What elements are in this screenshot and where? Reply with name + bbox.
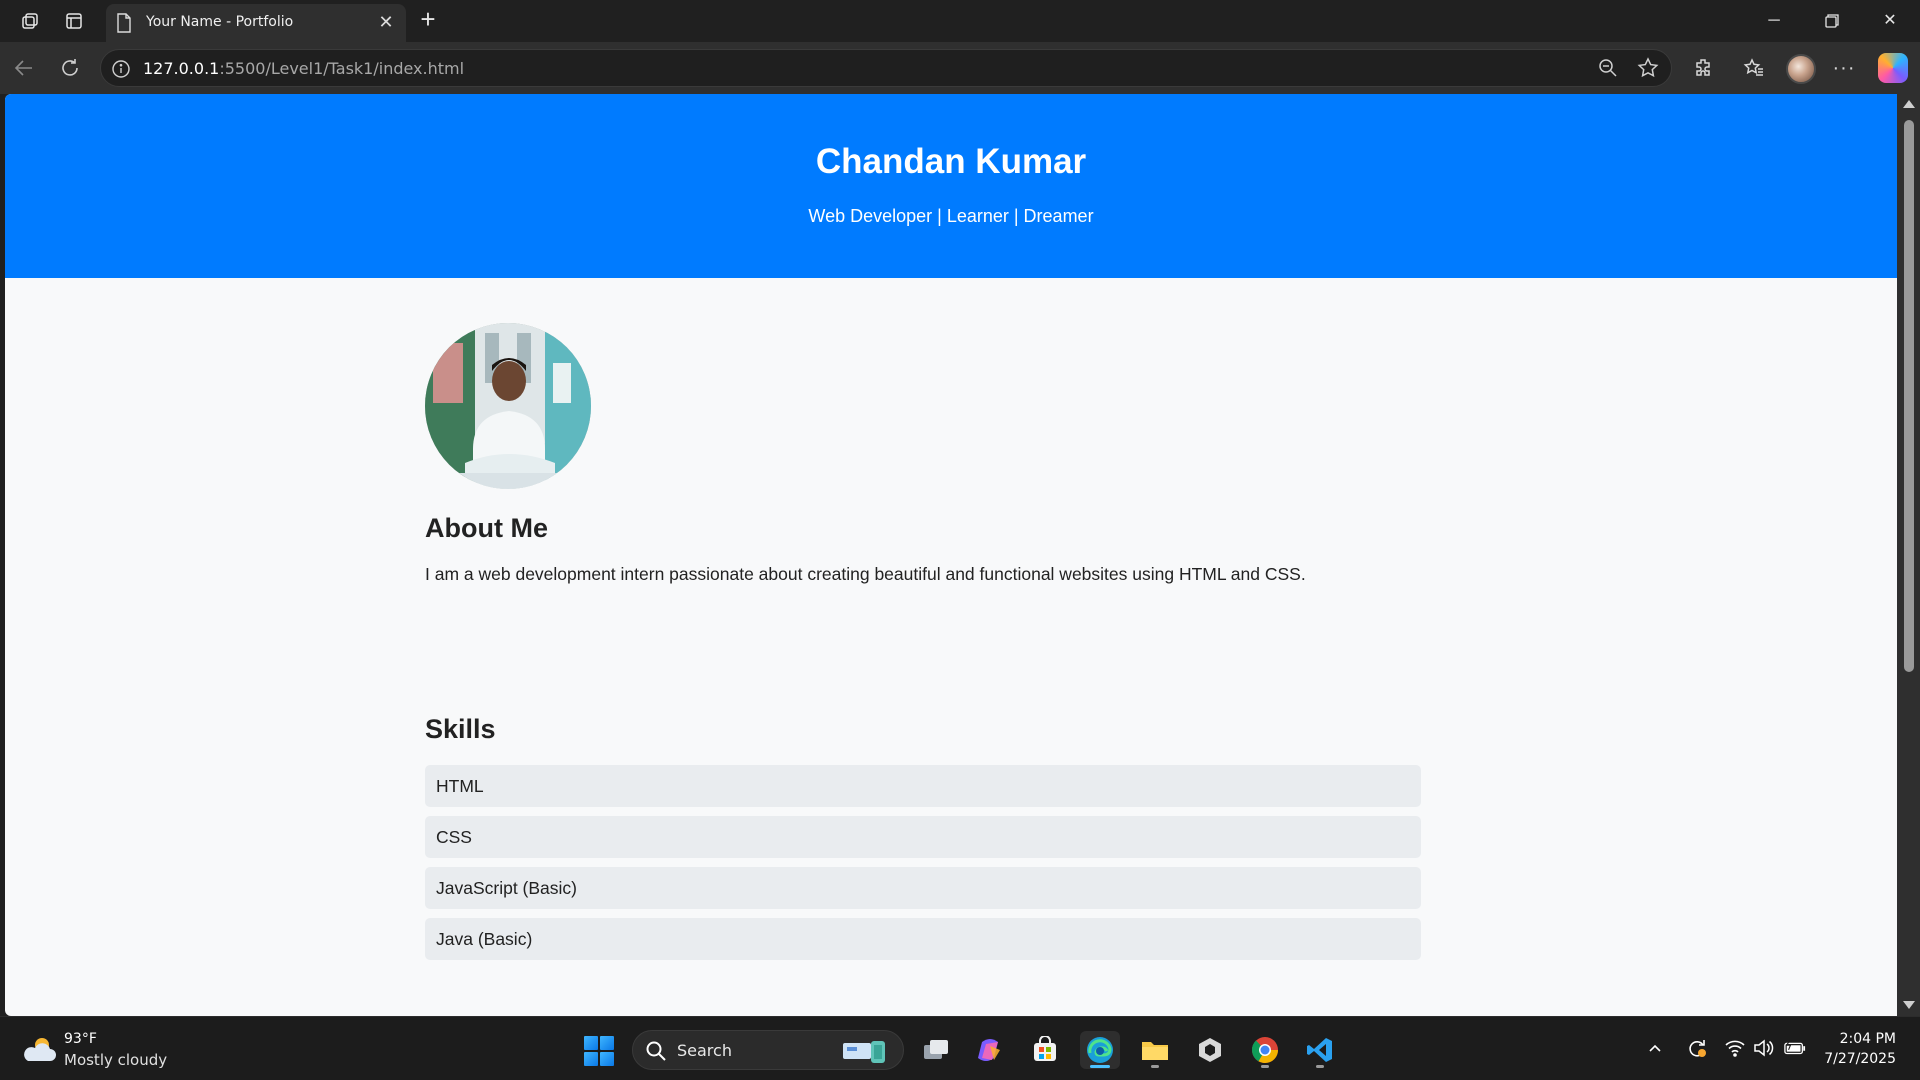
url-text[interactable]: 127.0.0.1:5500/Level1/Task1/index.html <box>143 59 464 78</box>
url-path: :5500/Level1/Task1/index.html <box>219 59 465 78</box>
volume-icon[interactable] <box>1752 1037 1774 1059</box>
taskbar-search[interactable]: Search <box>632 1030 904 1070</box>
page-icon <box>116 13 134 33</box>
running-app-indicator <box>1261 1065 1269 1068</box>
browser-tab[interactable]: Your Name - Portfolio ✕ <box>106 4 406 42</box>
search-icon <box>645 1040 667 1062</box>
edge-browser-icon[interactable] <box>1080 1031 1120 1069</box>
weather-temperature[interactable]: 93°F <box>64 1031 97 1047</box>
wifi-icon[interactable] <box>1724 1037 1746 1059</box>
running-app-indicator <box>1316 1065 1324 1068</box>
hero-tagline: Web Developer | Learner | Dreamer <box>808 206 1094 226</box>
refresh-icon[interactable] <box>54 52 86 84</box>
about-heading: About Me <box>425 513 548 543</box>
browser-toolbar: 127.0.0.1:5500/Level1/Task1/index.html ·… <box>0 42 1920 94</box>
skill-item: HTML <box>425 765 1421 807</box>
close-tab-icon[interactable]: ✕ <box>376 12 396 32</box>
start-button[interactable] <box>584 1036 614 1066</box>
skill-item: CSS <box>425 816 1421 858</box>
page-scrollbar[interactable] <box>1897 94 1920 1016</box>
vertical-tabs-icon[interactable] <box>60 8 88 34</box>
battery-charging-icon[interactable] <box>1784 1037 1806 1059</box>
workspaces-icon[interactable] <box>16 8 44 34</box>
microsoft-store-icon[interactable] <box>1025 1031 1065 1069</box>
restore-icon[interactable] <box>1812 6 1852 36</box>
sync-update-icon[interactable] <box>1686 1037 1708 1059</box>
new-tab-icon[interactable]: + <box>414 6 442 34</box>
vscode-icon[interactable] <box>1300 1031 1340 1069</box>
site-info-icon[interactable] <box>111 59 131 79</box>
extensions-icon[interactable] <box>1690 54 1718 82</box>
address-bar[interactable]: 127.0.0.1:5500/Level1/Task1/index.html <box>100 49 1672 87</box>
back-icon[interactable] <box>8 52 40 84</box>
hero-name: Chandan Kumar <box>815 142 1087 181</box>
skill-item: JavaScript (Basic) <box>425 867 1421 909</box>
skill-item: Java (Basic) <box>425 918 1421 960</box>
favorite-star-icon[interactable] <box>1637 57 1661 81</box>
skills-heading: Skills <box>425 714 496 744</box>
about-text: I am a web development intern passionate… <box>425 564 1306 584</box>
url-host: 127.0.0.1 <box>143 59 220 78</box>
scrollbar-thumb[interactable] <box>1904 120 1914 672</box>
weather-cloud-icon[interactable] <box>22 1035 56 1063</box>
close-window-icon[interactable]: ✕ <box>1870 6 1910 36</box>
more-options-icon[interactable]: ··· <box>1830 54 1858 82</box>
file-explorer-icon[interactable] <box>1135 1031 1175 1069</box>
scroll-up-icon[interactable] <box>1903 100 1915 108</box>
chrome-browser-icon[interactable] <box>1245 1031 1285 1069</box>
copilot-icon[interactable] <box>1878 53 1908 83</box>
hero-header: Chandan Kumar Web Developer | Learner | … <box>5 94 1897 278</box>
clock-date[interactable]: 7/27/2025 <box>1824 1051 1896 1067</box>
profile-photo <box>425 323 591 489</box>
windows-taskbar: 93°F Mostly cloudy Search 2:04 PM 7/27/2… <box>0 1016 1920 1080</box>
active-app-indicator <box>1090 1065 1110 1068</box>
page-viewport: Chandan Kumar Web Developer | Learner | … <box>5 94 1897 1016</box>
scroll-down-icon[interactable] <box>1903 1001 1915 1009</box>
unity-hub-icon[interactable] <box>1190 1031 1230 1069</box>
search-label: Search <box>677 1041 732 1060</box>
show-hidden-icons-chevron-icon[interactable] <box>1644 1037 1666 1059</box>
clock-time[interactable]: 2:04 PM <box>1840 1031 1896 1047</box>
tab-title: Your Name - Portfolio <box>146 14 294 30</box>
copilot-app-icon[interactable] <box>970 1031 1010 1069</box>
browser-title-bar: Your Name - Portfolio ✕ + ─ ✕ <box>0 0 1920 42</box>
running-app-indicator <box>1151 1065 1159 1068</box>
profile-avatar[interactable] <box>1786 54 1816 84</box>
search-highlight-icon <box>841 1037 893 1065</box>
zoom-out-icon[interactable] <box>1597 57 1621 81</box>
minimize-icon[interactable]: ─ <box>1754 6 1794 36</box>
task-view-icon[interactable] <box>916 1031 956 1069</box>
weather-description[interactable]: Mostly cloudy <box>64 1051 167 1069</box>
favorites-icon[interactable] <box>1740 54 1768 82</box>
